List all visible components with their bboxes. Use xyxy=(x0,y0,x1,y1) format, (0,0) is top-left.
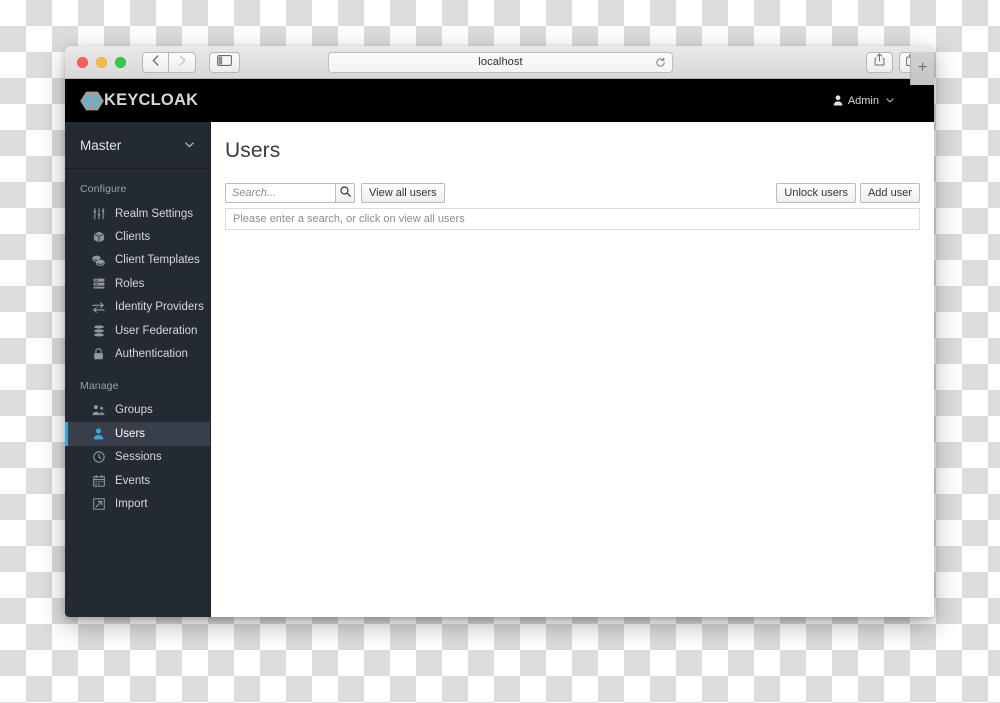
sidebar-item-label: Client Templates xyxy=(115,254,200,267)
add-user-button[interactable]: Add user xyxy=(859,183,920,203)
sidebar-item-identity-providers[interactable]: Identity Providers xyxy=(65,296,210,319)
sidebar-item-label: Realm Settings xyxy=(115,207,193,220)
reload-icon[interactable] xyxy=(655,56,666,68)
new-tab-button[interactable]: + xyxy=(910,51,934,85)
sidebar-item-import[interactable]: Import xyxy=(65,492,210,515)
window-controls xyxy=(77,56,126,68)
chevron-down-icon xyxy=(886,96,894,105)
keycloak-body: Master Configure Realm Settings Clients … xyxy=(65,122,934,617)
search-input[interactable] xyxy=(225,183,335,203)
search-icon xyxy=(339,184,351,202)
minimize-window-button[interactable] xyxy=(96,56,107,68)
info-panel: Please enter a search, or click on view … xyxy=(225,208,920,230)
calendar-icon xyxy=(91,474,106,487)
page-viewport: KEYCLOAK Admin Master Configure Realm Se… xyxy=(65,79,934,617)
forward-arrow-icon xyxy=(179,55,186,69)
view-all-users-button[interactable]: View all users xyxy=(361,183,445,203)
sidebar-section-manage-label: Manage xyxy=(80,379,119,392)
sidebar-item-client-templates[interactable]: Client Templates xyxy=(65,249,210,272)
back-button[interactable] xyxy=(142,51,169,73)
back-arrow-icon xyxy=(152,55,159,69)
realm-selector[interactable]: Master xyxy=(65,122,210,169)
sidebar-item-label: Authentication xyxy=(115,348,188,361)
share-button[interactable] xyxy=(866,51,893,73)
sidebar-item-user-federation[interactable]: User Federation xyxy=(65,319,210,342)
plus-icon: + xyxy=(917,59,928,76)
close-window-button[interactable] xyxy=(77,56,88,68)
info-message: Please enter a search, or click on view … xyxy=(233,213,465,225)
sidebar-item-roles[interactable]: Roles xyxy=(65,272,210,295)
unlock-users-button[interactable]: Unlock users xyxy=(776,183,856,203)
toolbar-right-buttons: + xyxy=(866,51,934,85)
keycloak-header: KEYCLOAK Admin xyxy=(65,79,934,122)
keycloak-logo-text: KEYCLOAK xyxy=(104,91,199,109)
browser-window: localhost + KEYCLOAK Admin Master Config… xyxy=(65,46,934,617)
exchange-arrows-icon xyxy=(91,302,106,313)
keycloak-logo[interactable]: KEYCLOAK xyxy=(79,88,198,114)
sidebar-item-label: Groups xyxy=(115,404,153,417)
sidebar-item-realm-settings[interactable]: Realm Settings xyxy=(65,202,210,225)
users-toolbar-right: Unlock users Add user xyxy=(776,183,920,203)
page-title: Users xyxy=(225,139,281,162)
realm-name: Master xyxy=(80,137,122,153)
sidebar-item-label: User Federation xyxy=(115,324,198,337)
browser-toolbar: localhost + xyxy=(65,46,934,85)
sidebar-item-events[interactable]: Events xyxy=(65,469,210,492)
admin-menu[interactable]: Admin xyxy=(833,95,894,107)
clock-icon xyxy=(91,451,106,463)
user-icon xyxy=(833,95,843,106)
chevron-down-icon xyxy=(185,140,194,150)
forward-button[interactable] xyxy=(169,51,196,73)
sidebar-item-label: Import xyxy=(115,497,148,510)
users-toolbar-left: View all users xyxy=(225,183,445,203)
sidebar: Master Configure Realm Settings Clients … xyxy=(65,122,211,617)
navigation-buttons xyxy=(142,51,196,73)
address-text: localhost xyxy=(478,56,523,68)
sidebar-item-label: Clients xyxy=(115,231,151,244)
keycloak-hexagon-icon xyxy=(79,88,105,114)
sidebar-toggle-icon xyxy=(217,53,232,71)
maximize-window-button[interactable] xyxy=(115,56,126,68)
users-group-icon xyxy=(91,404,106,416)
sidebar-item-sessions[interactable]: Sessions xyxy=(65,446,210,469)
users-toolbar: View all users Unlock users Add user xyxy=(225,183,920,203)
admin-label: Admin xyxy=(847,94,879,107)
main-content: Users Search... View all users Unlock us… xyxy=(211,122,934,617)
sidebar-item-authentication[interactable]: Authentication xyxy=(65,342,210,365)
user-icon xyxy=(91,428,106,440)
sidebar-section-configure-label: Configure xyxy=(80,183,127,195)
sidebar-item-label: Events xyxy=(115,474,151,487)
layers-icon xyxy=(91,278,106,289)
import-arrow-icon xyxy=(91,498,106,510)
cube-icon xyxy=(91,231,106,243)
database-icon xyxy=(91,325,106,337)
sliders-icon xyxy=(91,207,106,220)
sidebar-item-groups[interactable]: Groups xyxy=(65,399,210,422)
sidebar-item-clients[interactable]: Clients xyxy=(65,225,210,248)
address-bar[interactable]: localhost xyxy=(328,51,673,73)
share-icon xyxy=(874,53,885,71)
sidebar-item-users[interactable]: Users xyxy=(65,422,210,446)
sidebar-item-label: Identity Providers xyxy=(115,301,204,314)
sidebar-item-label: Sessions xyxy=(115,451,162,464)
search-button[interactable] xyxy=(335,183,355,203)
coins-icon xyxy=(91,254,106,267)
lock-icon xyxy=(91,348,106,360)
search-group xyxy=(225,183,355,203)
sidebar-item-label: Users xyxy=(115,427,146,440)
sidebar-item-label: Roles xyxy=(115,277,145,290)
sidebar-toggle-button[interactable] xyxy=(209,51,240,73)
